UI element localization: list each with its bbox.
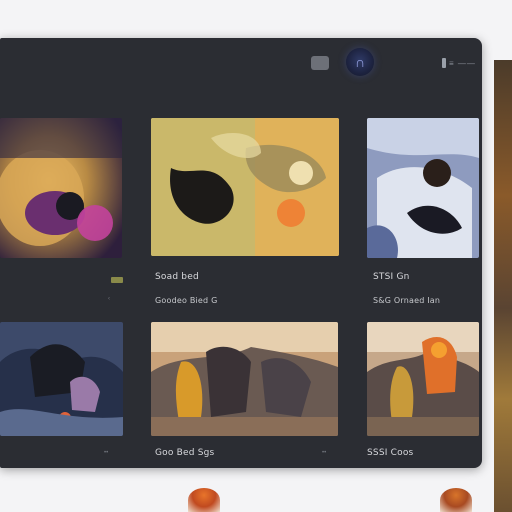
bottom-figure-left bbox=[188, 488, 220, 512]
thumb-1-arrow: ‹ bbox=[108, 296, 110, 302]
profile-button[interactable]: ∩ bbox=[346, 48, 374, 76]
item-6-title: SSSI Coos bbox=[367, 448, 414, 458]
menu-label: ≡ —— bbox=[449, 58, 476, 68]
thumb-4-dots: •• bbox=[104, 450, 109, 456]
thumb-5-dots: •• bbox=[322, 450, 327, 456]
menu-control[interactable]: ≡ —— bbox=[442, 58, 478, 68]
item-3-title: STSI Gn bbox=[373, 272, 410, 282]
item-2-title: Soad bed bbox=[155, 272, 199, 282]
item-5-title: Goo Bed Sgs bbox=[155, 448, 215, 458]
gallery-thumb-6[interactable] bbox=[367, 322, 479, 436]
gallery-thumb-2[interactable] bbox=[151, 118, 339, 256]
gallery-thumb-1[interactable] bbox=[0, 118, 122, 258]
headphones-icon: ∩ bbox=[354, 54, 366, 70]
item-3-subtitle: S&G Ornaed Ian bbox=[373, 296, 441, 305]
thumb-1-badge bbox=[111, 277, 123, 283]
menu-icon bbox=[442, 58, 446, 68]
item-2-subtitle: Goodeo Bied G bbox=[155, 296, 218, 305]
gallery-thumb-3[interactable] bbox=[367, 118, 479, 258]
gallery-thumb-5[interactable] bbox=[151, 322, 338, 436]
gallery-thumb-4[interactable] bbox=[0, 322, 123, 436]
background-image-strip bbox=[494, 60, 512, 512]
bottom-figure-right bbox=[440, 488, 472, 512]
view-toggle-button[interactable] bbox=[311, 56, 329, 70]
